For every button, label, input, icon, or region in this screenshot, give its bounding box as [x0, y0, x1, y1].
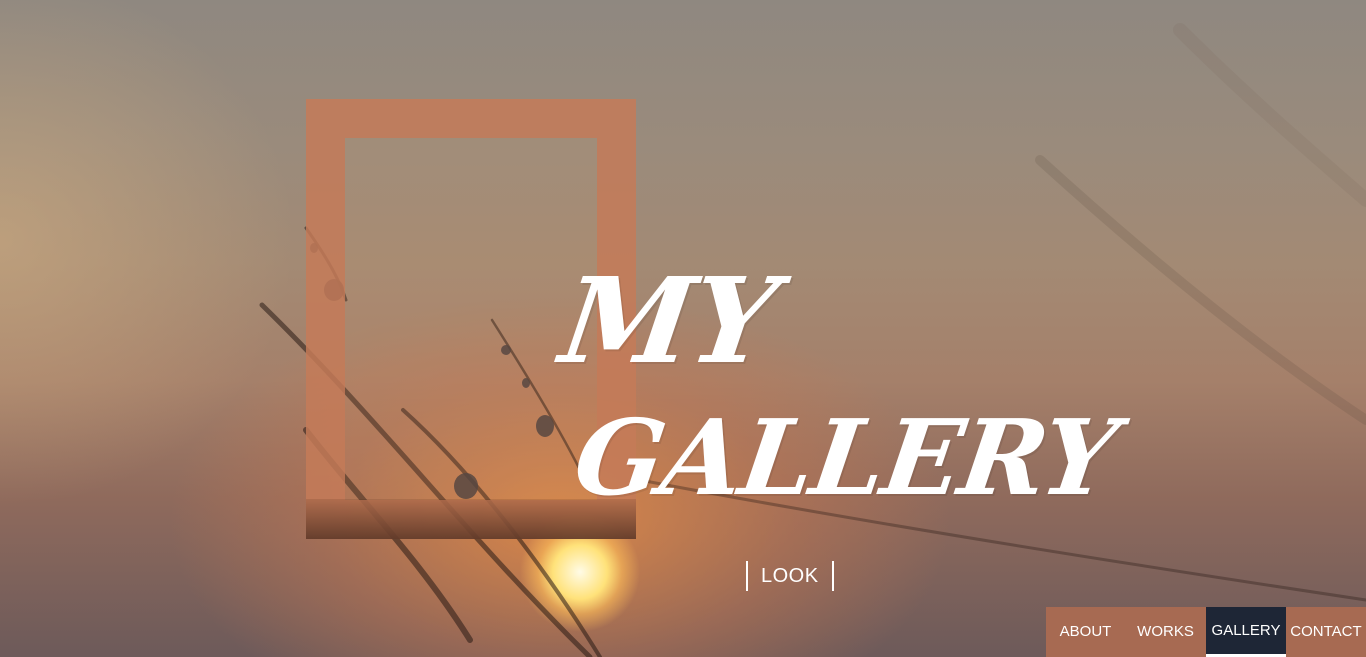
title-line-my: MY — [553, 251, 784, 390]
nav-item-gallery[interactable]: GALLERY — [1206, 607, 1286, 657]
nav-item-contact[interactable]: CONTACT — [1286, 607, 1366, 657]
hero-section: MY GALLERY LOOK ABOUT WORKS GALLERY CONT… — [0, 0, 1366, 657]
title-line-gallery: GALLERY — [567, 396, 1124, 519]
main-nav: ABOUT WORKS GALLERY CONTACT — [1046, 607, 1366, 657]
page-title: MY GALLERY — [531, 251, 1142, 519]
nav-item-works[interactable]: WORKS — [1125, 607, 1206, 657]
nav-item-about[interactable]: ABOUT — [1046, 607, 1125, 657]
look-button[interactable]: LOOK — [746, 561, 834, 591]
